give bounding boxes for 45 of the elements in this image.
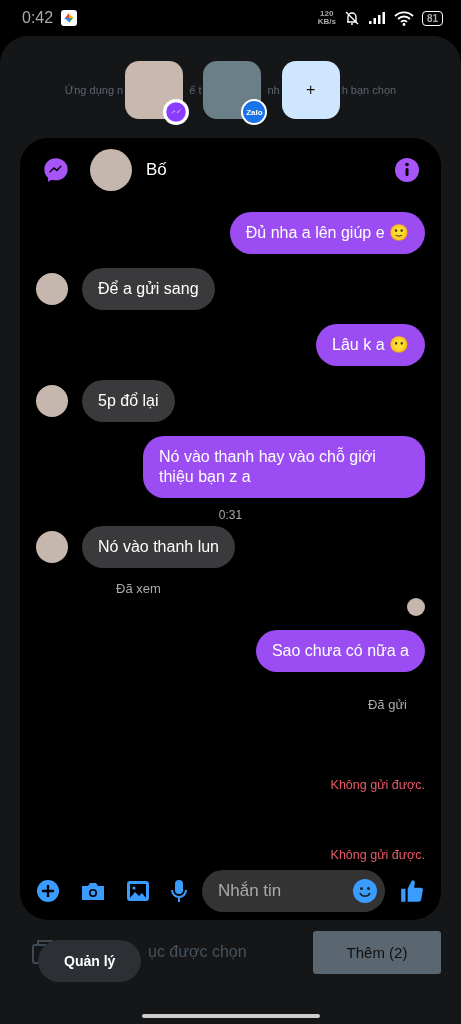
- sent-message[interactable]: Đủ nha a lên giúp e 🙂: [229, 212, 425, 254]
- chat-bubble-shortcut[interactable]: [125, 61, 190, 125]
- selection-label: ục được chọn: [148, 943, 247, 961]
- hint-text: h bạn chọn: [341, 84, 397, 96]
- app-notification-icon: [61, 10, 78, 26]
- sender-avatar: [36, 385, 68, 417]
- hint-text: ể t: [189, 84, 202, 96]
- emoji-icon[interactable]: [353, 879, 377, 903]
- sent-message[interactable]: Lâu k a 😶: [316, 324, 425, 366]
- messenger-badge-icon: [163, 99, 190, 125]
- received-message[interactable]: 5p đổ lại: [82, 380, 175, 422]
- status-time: 0:42: [22, 9, 54, 27]
- thumbs-up-icon[interactable]: [399, 878, 425, 904]
- sender-avatar: [36, 531, 68, 563]
- sent-status: Đã gửi: [366, 695, 408, 714]
- send-error: Không gửi được.: [330, 778, 425, 792]
- sender-avatar: [36, 273, 68, 305]
- seen-status: Đã xem: [115, 579, 162, 598]
- messenger-logo-icon[interactable]: [42, 156, 70, 184]
- sent-message[interactable]: Nó vào thanh hay vào chỗ giới thiệu bạn z a: [143, 436, 425, 498]
- signal-icon: [367, 11, 386, 25]
- contact-name[interactable]: Bố: [146, 160, 167, 180]
- add-shortcut-button[interactable]: +: [281, 61, 340, 119]
- read-receipt-avatar: [407, 598, 425, 616]
- microphone-icon[interactable]: [170, 879, 188, 903]
- wifi-icon: [393, 10, 414, 26]
- message-input[interactable]: Nhắn tin: [216, 880, 353, 902]
- app-badge: Zalo: [241, 99, 268, 125]
- battery-indicator: 81: [421, 10, 443, 26]
- hint-text: nh: [267, 84, 280, 96]
- image-icon[interactable]: [126, 880, 150, 902]
- plus-icon[interactable]: [36, 879, 60, 903]
- timestamp: 0:31: [218, 508, 243, 522]
- hint-text: Ứng dụng n: [64, 84, 124, 96]
- contact-avatar[interactable]: [90, 149, 132, 191]
- manage-button[interactable]: Quản lý: [38, 940, 142, 982]
- received-message[interactable]: Nó vào thanh lun: [82, 526, 235, 568]
- mute-bell-icon: [343, 10, 360, 26]
- network-speed-unit: KB/s: [317, 18, 336, 26]
- composer-field[interactable]: Nhắn tin: [202, 870, 385, 912]
- send-error: Không gửi được.: [330, 848, 425, 862]
- network-speed-value: 120: [320, 10, 334, 18]
- info-icon[interactable]: [395, 158, 419, 182]
- sent-message[interactable]: Sao chưa có nữa a: [255, 630, 425, 672]
- received-message[interactable]: Để a gửi sang: [82, 268, 215, 310]
